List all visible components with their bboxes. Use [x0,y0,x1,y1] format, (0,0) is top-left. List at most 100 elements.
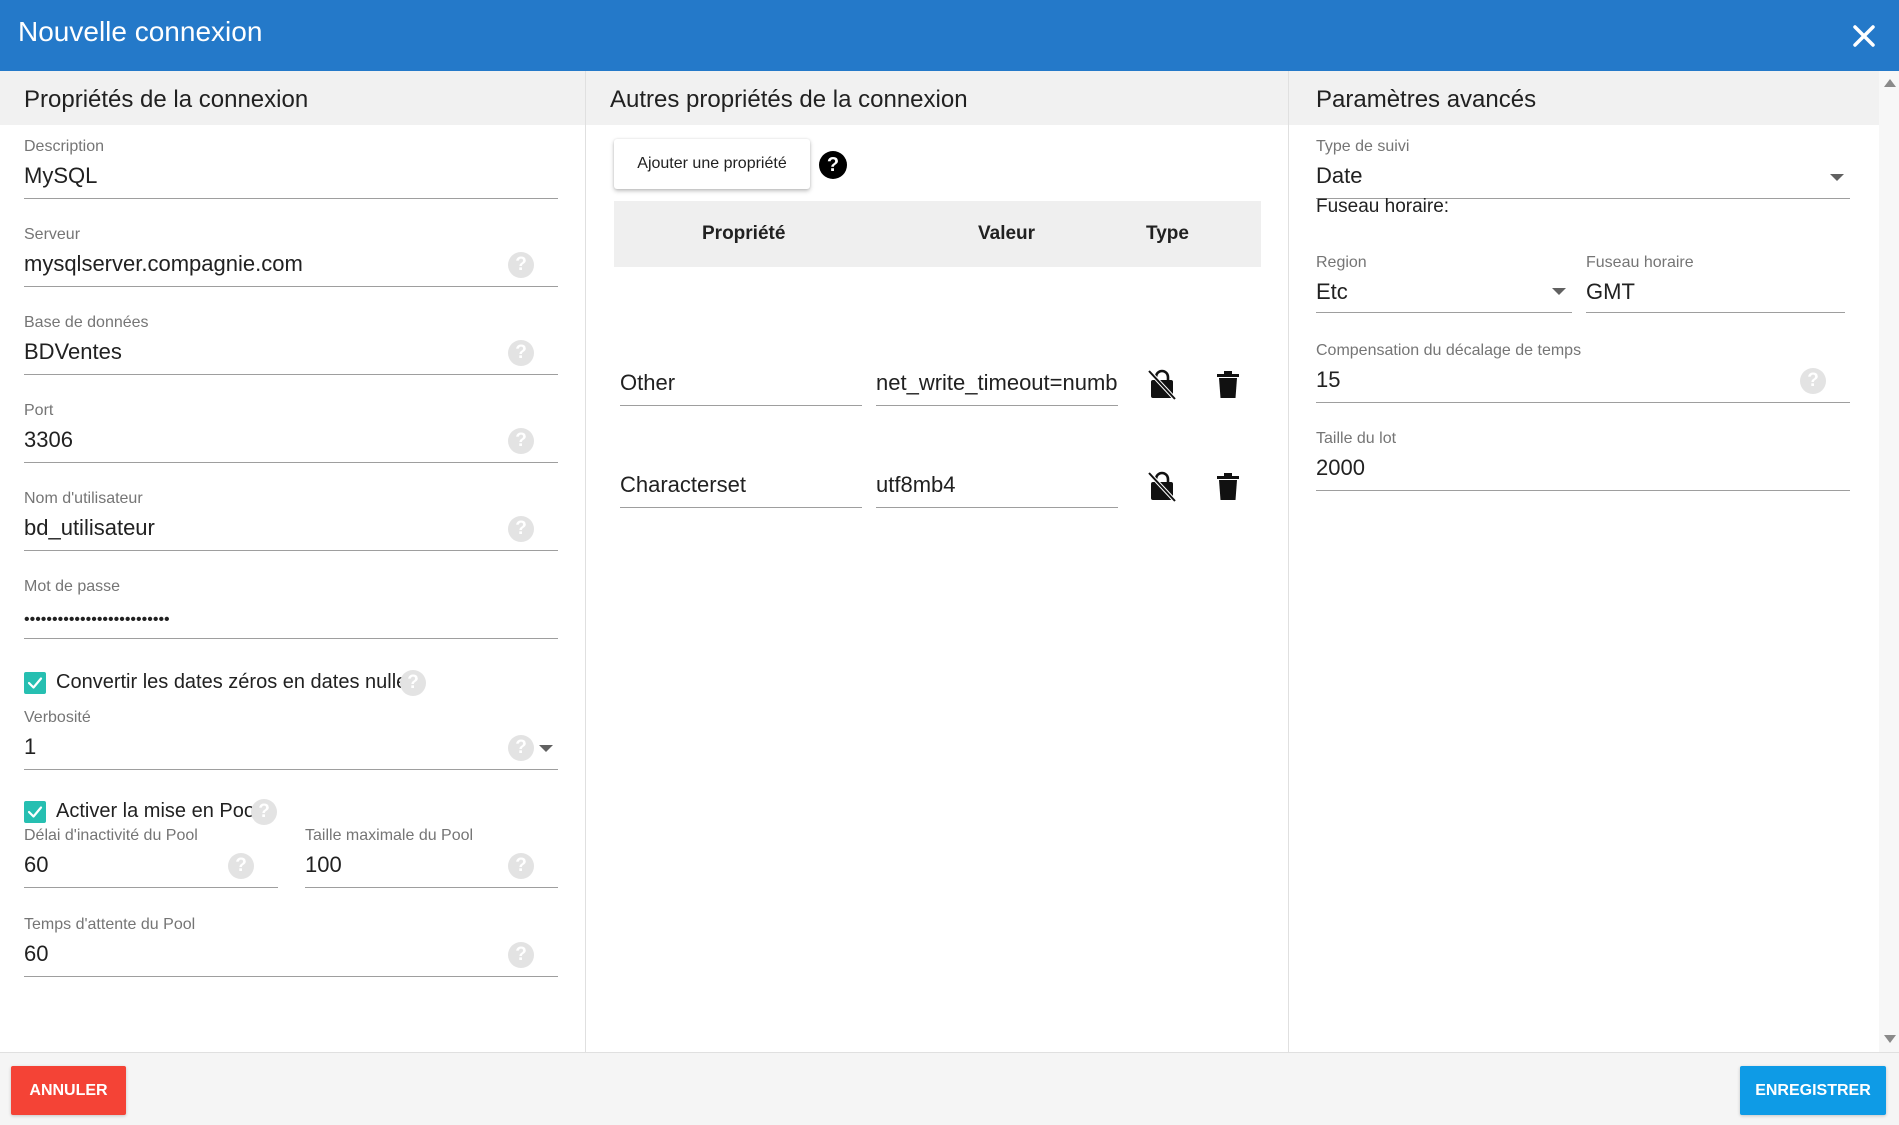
tracking-type-label: Type de suivi [1316,138,1410,155]
pool-idle-label: Délai d'inactivité du Pool [24,827,198,844]
zero-dates-checkbox[interactable] [24,672,46,694]
pooling-checkbox[interactable] [24,801,46,823]
region-select[interactable]: Region Etc [1316,253,1572,313]
save-button[interactable]: ENREGISTRER [1740,1066,1886,1115]
cancel-button[interactable]: ANNULER [11,1066,126,1115]
row-2-value-input[interactable]: utf8mb4 [876,462,1118,508]
batch-size-underline [1316,490,1850,491]
advanced-settings-panel: Paramètres avancés Type de suivi Date Fu… [1289,71,1879,1052]
other-properties-header: Autres propriétés de la connexion [586,71,1288,125]
zero-dates-checkbox-row[interactable]: Convertir les dates zéros en dates nulle… [24,670,444,698]
port-underline [24,462,558,463]
row-1-value-text: net_write_timeout=number [876,370,1118,395]
verbosity-underline [24,769,558,770]
trash-icon[interactable] [1215,370,1241,402]
row-2-value-underline [876,507,1118,508]
time-offset-help-icon[interactable]: ? [1800,368,1826,394]
row-2-value-text: utf8mb4 [876,472,956,497]
region-underline [1316,312,1572,313]
pool-max-input[interactable]: 100 [305,850,342,880]
database-underline [24,374,558,375]
verbosity-help-icon[interactable]: ? [508,735,534,761]
description-input[interactable]: MySQL [24,161,97,191]
verbosity-label: Verbosité [24,709,91,726]
scroll-up-arrow-icon[interactable] [1884,79,1896,87]
verbosity-value[interactable]: 1 [24,732,36,762]
chevron-down-icon[interactable] [1830,174,1844,181]
pool-idle-input[interactable]: 60 [24,850,48,880]
server-help-icon[interactable]: ? [508,252,534,278]
pooling-checkbox-row[interactable]: Activer la mise en Pool ? [24,799,284,827]
pool-wait-input[interactable]: 60 [24,939,48,969]
username-help-icon[interactable]: ? [508,516,534,542]
row-1-property-text: Other [620,370,676,395]
dialog-footer: ANNULER ENREGISTRER [0,1052,1899,1125]
pool-max-field[interactable]: Taille maximale du Pool 100 ? [305,826,558,888]
row-1-value-input[interactable]: net_write_timeout=number [876,360,1118,406]
row-2-property-input[interactable]: Characterset [620,462,862,508]
password-underline [24,638,558,639]
row-1-property-input[interactable]: Other [620,360,862,406]
dialog-title: Nouvelle connexion [18,16,263,47]
help-icon[interactable]: ? [819,151,847,179]
close-icon[interactable] [1848,20,1880,52]
pool-wait-field[interactable]: Temps d'attente du Pool 60 ? [24,915,558,977]
chevron-down-icon[interactable] [539,745,553,752]
connection-properties-header: Propriétés de la connexion [0,71,585,125]
tracking-type-value[interactable]: Date [1316,161,1362,191]
pool-max-label: Taille maximale du Pool [305,827,474,844]
server-field[interactable]: Serveur mysqlserver.compagnie.com ? [24,225,558,287]
server-input[interactable]: mysqlserver.compagnie.com [24,249,303,279]
vertical-scrollbar[interactable] [1879,71,1899,1052]
username-input[interactable]: bd_utilisateur [24,513,155,543]
pool-wait-underline [24,976,558,977]
pool-wait-help-icon[interactable]: ? [508,942,534,968]
username-field[interactable]: Nom d'utilisateur bd_utilisateur ? [24,489,558,551]
zero-dates-help-icon[interactable]: ? [400,670,426,696]
password-field[interactable]: Mot de passe •••••••••••••••••••••••••• [24,577,558,639]
database-help-icon[interactable]: ? [508,340,534,366]
timezone-label: Fuseau horaire [1586,254,1694,271]
tracking-type-select[interactable]: Type de suivi Date [1316,137,1850,199]
properties-table-header: Propriété Valeur Type [614,201,1261,267]
add-property-button[interactable]: Ajouter une propriété [614,139,810,189]
pool-idle-help-icon[interactable]: ? [228,853,254,879]
batch-size-label: Taille du lot [1316,430,1397,447]
port-input[interactable]: 3306 [24,425,73,455]
timezone-input[interactable]: GMT [1586,277,1635,307]
lock-off-icon[interactable] [1147,368,1177,401]
database-label: Base de données [24,314,149,331]
zero-dates-label: Convertir les dates zéros en dates nulle… [56,671,418,693]
connection-properties-title: Propriétés de la connexion [24,86,309,113]
database-field[interactable]: Base de données BDVentes ? [24,313,558,375]
password-label: Mot de passe [24,578,121,595]
region-value[interactable]: Etc [1316,277,1348,307]
time-offset-underline [1316,402,1850,403]
pooling-help-icon[interactable]: ? [251,799,277,825]
pool-max-underline [305,887,558,888]
port-help-icon[interactable]: ? [508,428,534,454]
verbosity-select[interactable]: Verbosité 1 ? [24,708,558,770]
time-offset-field[interactable]: Compensation du décalage de temps 15 ? [1316,341,1850,403]
server-label: Serveur [24,226,81,243]
other-properties-title: Autres propriétés de la connexion [610,86,968,113]
description-field[interactable]: Description MySQL [24,137,558,199]
lock-off-icon[interactable] [1147,470,1177,503]
pool-idle-field[interactable]: Délai d'inactivité du Pool 60 ? [24,826,278,888]
row-2-property-text: Characterset [620,472,746,497]
database-input[interactable]: BDVentes [24,337,122,367]
password-input[interactable]: •••••••••••••••••••••••••• [24,605,170,635]
row-2-property-underline [620,507,862,508]
port-field[interactable]: Port 3306 ? [24,401,558,463]
time-offset-input[interactable]: 15 [1316,365,1340,395]
scroll-down-arrow-icon[interactable] [1884,1035,1896,1043]
description-underline [24,198,558,199]
timezone-field[interactable]: Fuseau horaire GMT [1586,253,1845,313]
time-offset-label: Compensation du décalage de temps [1316,342,1582,359]
chevron-down-icon[interactable] [1552,288,1566,295]
pool-max-help-icon[interactable]: ? [508,853,534,879]
column-header-type: Type [1146,223,1189,244]
batch-size-field[interactable]: Taille du lot 2000 [1316,429,1850,491]
batch-size-input[interactable]: 2000 [1316,453,1365,483]
trash-icon[interactable] [1215,472,1241,504]
